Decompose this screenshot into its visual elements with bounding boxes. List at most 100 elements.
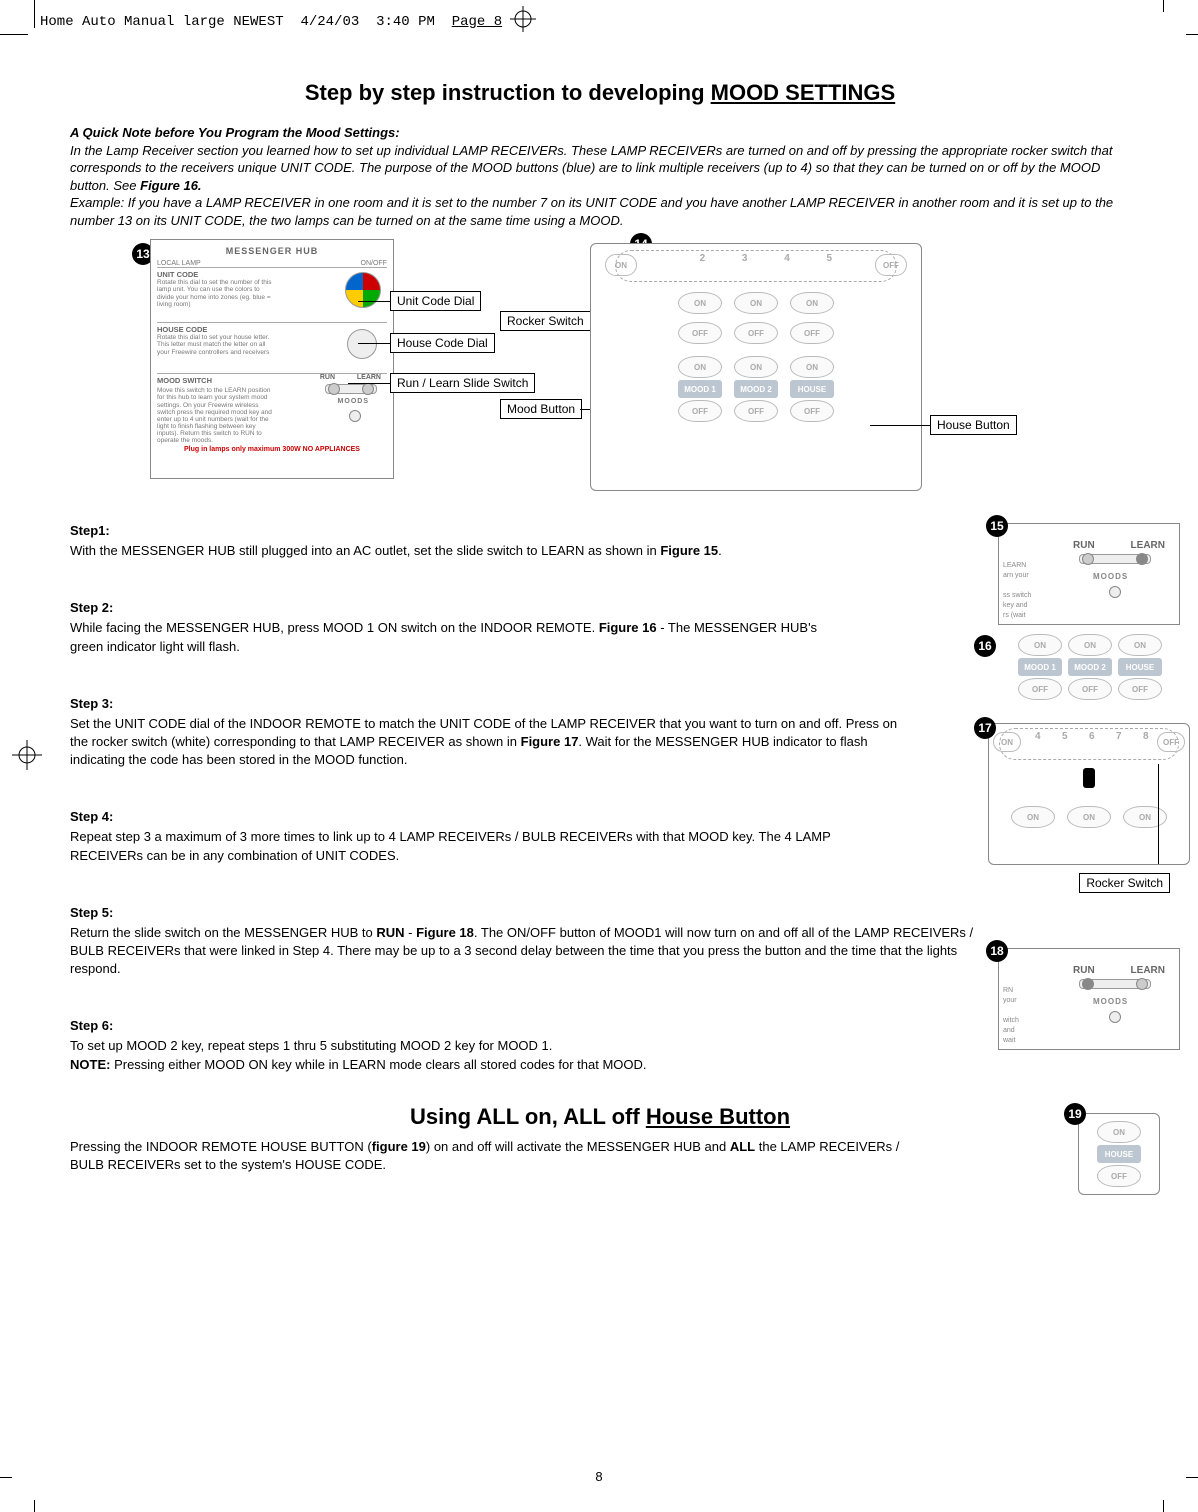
step-5: Step 5: Return the slide switch on the M… [70, 905, 1130, 979]
fig17-pointer [1158, 764, 1159, 865]
figure-16-row: ONMOOD 1OFF ONMOOD 2OFF ONHOUSEOFF [990, 631, 1190, 701]
step-body: Return the slide switch on the MESSENGER… [70, 924, 990, 979]
step-title: Step 5: [70, 905, 1130, 920]
hub-moods-label: MOODS [338, 398, 369, 405]
crop-mark [0, 34, 28, 35]
fig17-rocker: ON [1067, 806, 1111, 828]
step-4: Step 4: Repeat step 3 a maximum of 3 mor… [70, 809, 1130, 864]
hub-local-lamp: LOCAL LAMP [157, 260, 201, 267]
intro-heading: A Quick Note before You Program the Mood… [70, 124, 1130, 142]
step-body: While facing the MESSENGER HUB, press MO… [70, 619, 830, 655]
figure-18-box: RN your witch and wait RUN LEARN MOODS [998, 948, 1180, 1050]
step-title: Step 4: [70, 809, 1130, 824]
step-title: Step1: [70, 523, 1130, 538]
doc-name: Home Auto Manual large NEWEST [40, 14, 284, 30]
callout-house-button: House Button [930, 415, 1017, 435]
callout-line [870, 425, 930, 426]
fig18-run: RUN [1073, 965, 1095, 976]
step-body-line1: To set up MOOD 2 key, repeat steps 1 thr… [70, 1037, 1130, 1055]
dial-num: 3 [742, 253, 748, 264]
callout-unit-code-dial: Unit Code Dial [390, 291, 481, 311]
step-3: Step 3: Set the UNIT CODE dial of the IN… [70, 696, 1130, 770]
mood1-button: ONMOOD 1OFF [678, 356, 722, 422]
figure-15-box: LEARN arn your ss switch key and rs (wai… [998, 523, 1180, 625]
page-title: Step by step instruction to developing M… [70, 80, 1130, 106]
fig15-slide-icon [1079, 554, 1151, 564]
fig15-run: RUN [1073, 540, 1095, 551]
run-learn-slide-icon [325, 384, 377, 394]
dial-num: 2 [700, 253, 706, 264]
fig17-off: OFF [1157, 732, 1185, 752]
callout-rocker-switch: Rocker Switch [500, 311, 591, 331]
crop-mark [34, 0, 35, 28]
page-number: 8 [0, 1469, 1198, 1484]
dial-on: ON [605, 254, 637, 276]
figure-19-box: ON HOUSE OFF [1078, 1113, 1160, 1195]
dial-num: 8 [1143, 731, 1149, 742]
step-body: With the MESSENGER HUB still plugged int… [70, 542, 830, 560]
title-prefix: Step by step instruction to developing [305, 80, 711, 105]
step-6: Step 6: To set up MOOD 2 key, repeat ste… [70, 1018, 1130, 1073]
step-title: Step 2: [70, 600, 1130, 615]
title-underlined: MOOD SETTINGS [711, 80, 896, 105]
house-title-prefix: Using ALL on, ALL off [410, 1104, 646, 1129]
rocker-switch-1: ONOFF [678, 292, 722, 344]
hub-indicator-icon [349, 410, 361, 422]
prepress-icon [510, 6, 536, 32]
registration-mark-icon [12, 740, 42, 773]
house-title-underlined: House Button [646, 1104, 790, 1129]
crop-mark [1186, 34, 1198, 35]
figure-15: 15 LEARN arn your ss switch key and rs (… [998, 523, 1180, 625]
callout-line [348, 383, 390, 384]
house-code-dial-icon [347, 329, 377, 359]
fig17-on: ON [993, 732, 1021, 752]
callout-mood-button: Mood Button [500, 399, 582, 419]
house-section-title: Using ALL on, ALL off House Button [70, 1104, 1130, 1130]
rocker-switch-2: ONOFF [734, 292, 778, 344]
fig18-indicator-icon [1109, 1011, 1121, 1023]
fig17-selector-icon [1083, 768, 1095, 788]
fig15-learn: LEARN [1131, 540, 1165, 551]
step-body: Set the UNIT CODE dial of the INDOOR REM… [70, 715, 910, 770]
figure-19: 19 ON HOUSE OFF [1078, 1113, 1160, 1195]
crop-mark [1163, 0, 1164, 12]
step-body: Repeat step 3 a maximum of 3 more times … [70, 828, 890, 864]
hub-housecode-body: Rotate this dial to set your house lette… [157, 334, 277, 355]
intro-p1a: In the Lamp Receiver section you learned… [70, 143, 1112, 193]
callout-run-learn-switch: Run / Learn Slide Switch [390, 373, 535, 393]
figure-16: 16 ONMOOD 1OFF ONMOOD 2OFF ONHOUSEOFF [990, 631, 1190, 701]
intro-block: A Quick Note before You Program the Mood… [70, 124, 1130, 229]
house-section-body: Pressing the INDOOR REMOTE HOUSE BUTTON … [70, 1138, 930, 1174]
dial-num: 7 [1116, 731, 1122, 742]
hub-unitcode-body: Rotate this dial to set the number of th… [157, 279, 277, 308]
step-title: Step 3: [70, 696, 1130, 711]
doc-page: Page 8 [452, 14, 502, 30]
figure-17-remote: ON OFF 4 5 6 7 8 ON ON ON [988, 723, 1190, 865]
remote-rocker-row: ONOFF ONOFF ONOFF [591, 286, 921, 350]
doc-date: 4/24/03 [300, 14, 359, 30]
fig16-mood1: ONMOOD 1OFF [1018, 634, 1062, 700]
fig18-moods: MOODS [1093, 997, 1128, 1006]
intro-p1b: Figure 16. [140, 178, 201, 193]
fig17-rocker-label: Rocker Switch [1079, 873, 1170, 893]
intro-p1: In the Lamp Receiver section you learned… [70, 142, 1130, 195]
dial-num: 6 [1089, 731, 1095, 742]
hub-run-label: RUN [320, 374, 335, 381]
unit-code-dial-icon [345, 272, 381, 308]
figure-18: 18 RN your witch and wait RUN LEARN MOOD… [998, 948, 1180, 1050]
fig16-mood2: ONMOOD 2OFF [1068, 634, 1112, 700]
callout-house-code-dial: House Code Dial [390, 333, 495, 353]
dial-off: OFF [875, 254, 907, 276]
fig19-house-button: ON HOUSE OFF [1097, 1121, 1141, 1187]
fig18-learn: LEARN [1131, 965, 1165, 976]
hub-on-off: ON/OFF [361, 260, 387, 267]
callout-line [358, 343, 390, 344]
rocker-switch-3: ONOFF [790, 292, 834, 344]
indoor-remote-figure: ON OFF 2 3 4 5 ONOFF ONOFF ONOFF ONMOOD … [590, 243, 922, 491]
prepress-header: Home Auto Manual large NEWEST 4/24/03 3:… [40, 14, 502, 30]
fig17-rocker: ON [1011, 806, 1055, 828]
fig17-rocker: ON [1123, 806, 1167, 828]
remote-mood-row: ONMOOD 1OFF ONMOOD 2OFF ONHOUSEOFF [591, 350, 921, 428]
step-2: Step 2: While facing the MESSENGER HUB, … [70, 600, 1130, 655]
step-body-note: NOTE: Pressing either MOOD ON key while … [70, 1056, 1130, 1074]
